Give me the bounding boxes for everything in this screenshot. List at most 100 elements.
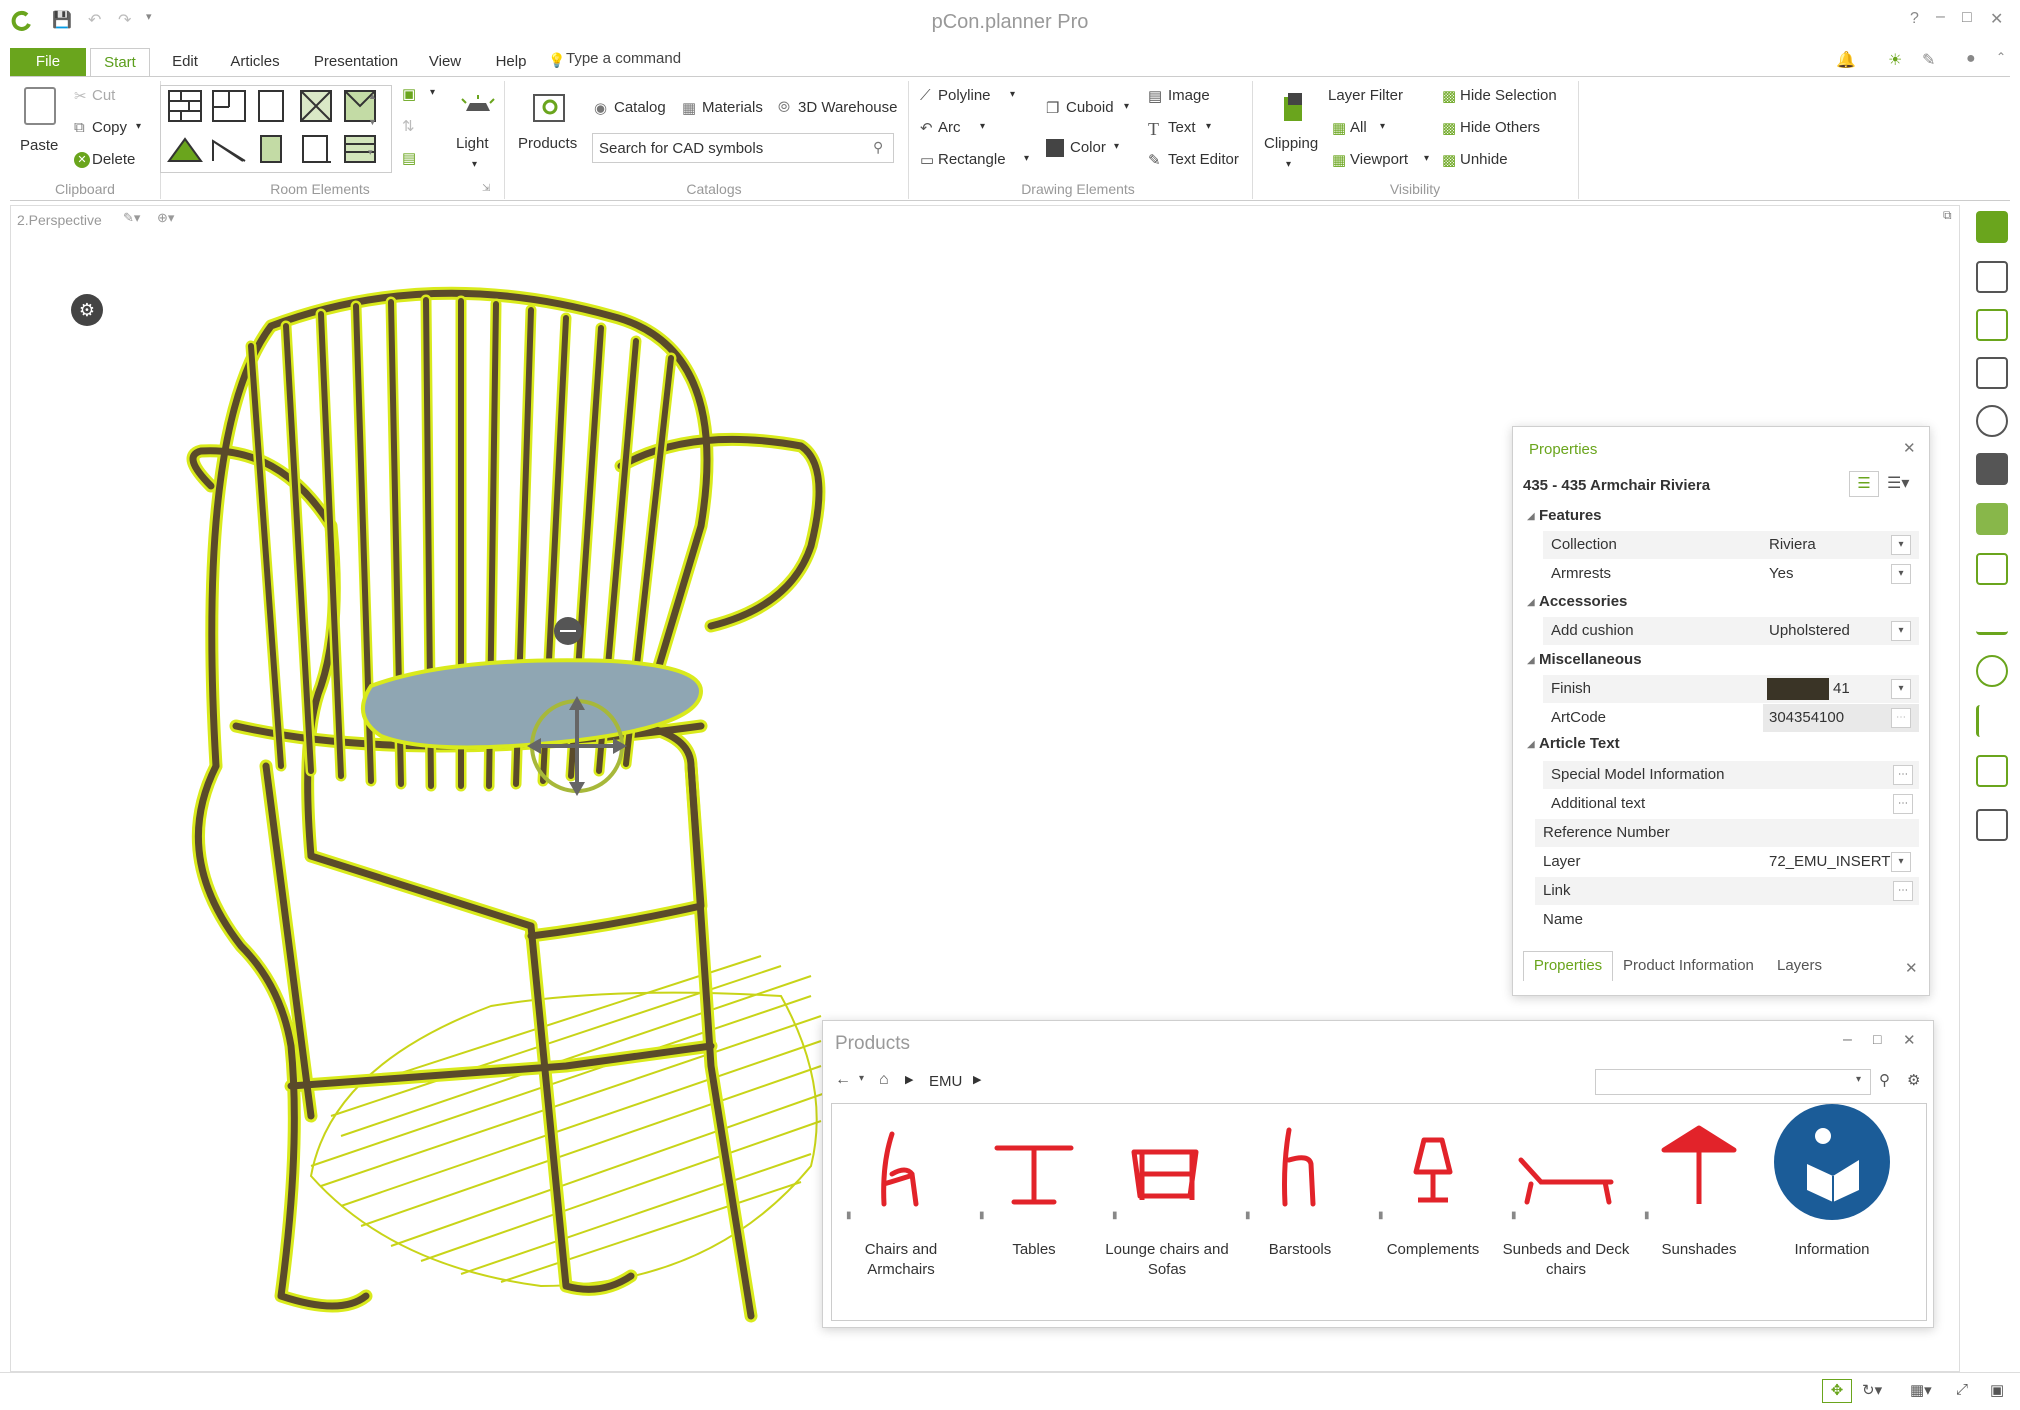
expand-accessories-icon[interactable]: ◢ <box>1527 597 1535 608</box>
tree-view-icon[interactable]: ☰ <box>1849 471 1879 497</box>
tab-layers[interactable]: Layers <box>1777 957 1822 974</box>
cut-button[interactable]: Cut <box>92 87 115 104</box>
add-cushion-field[interactable]: Upholstered ▾ <box>1763 617 1919 645</box>
room-tool2-icon[interactable]: ⇅ <box>402 117 415 135</box>
category-lounge-sofas[interactable]: ▮ Lounge chairs and Sofas <box>1102 1104 1232 1314</box>
all-layers-button[interactable]: All <box>1350 119 1367 136</box>
help-icon[interactable]: ? <box>1910 10 1919 28</box>
gallery-expand-icon[interactable]: ▾ <box>368 147 373 158</box>
viewport-button[interactable]: Viewport <box>1350 151 1408 168</box>
products-button[interactable]: Products <box>518 135 577 152</box>
delete-button[interactable]: Delete <box>92 151 135 168</box>
expand-misc-icon[interactable]: ◢ <box>1527 655 1535 666</box>
catalog-browser-icon[interactable] <box>1976 261 2008 293</box>
polyline-dropdown-icon[interactable]: ▾ <box>1010 89 1015 100</box>
model-icon[interactable] <box>1976 211 2008 243</box>
gallery-down-icon[interactable]: ▼ <box>368 117 377 127</box>
cuboid-dropdown-icon[interactable]: ▾ <box>1124 101 1129 112</box>
tab-edit[interactable]: Edit <box>160 48 210 78</box>
redo-icon[interactable]: ↷ <box>118 10 131 30</box>
back-icon[interactable]: ← <box>835 1071 851 1089</box>
terrain-icon[interactable] <box>1976 603 2008 635</box>
navigation-mode-icon[interactable]: ✥ <box>1822 1379 1852 1403</box>
article-info-icon[interactable] <box>1976 309 2008 341</box>
image-button[interactable]: Image <box>1168 87 1210 104</box>
save-icon[interactable]: 💾 <box>52 10 72 30</box>
breadcrumb[interactable]: EMU <box>929 1073 962 1090</box>
special-more-icon[interactable]: ⋯ <box>1893 765 1913 785</box>
copy-dropdown-icon[interactable]: ▾ <box>136 121 141 132</box>
light-button[interactable]: Light <box>456 135 489 152</box>
command-field[interactable]: Type a command <box>566 50 681 67</box>
unhide-button[interactable]: Unhide <box>1460 151 1508 168</box>
3d-warehouse-button[interactable]: 3D Warehouse <box>798 99 898 116</box>
products-settings-icon[interactable]: ⚙ <box>1907 1071 1920 1089</box>
close-products-icon[interactable]: ✕ <box>1903 1031 1916 1049</box>
category-sunshades[interactable]: ▮ Sunshades <box>1634 1104 1764 1314</box>
tab-view[interactable]: View <box>420 48 470 78</box>
products-icon[interactable] <box>530 91 570 125</box>
tab-start[interactable]: Start <box>90 48 150 78</box>
share-icon[interactable]: ✎ <box>1922 50 1935 70</box>
fit-view-icon[interactable]: ▣ <box>1990 1381 2004 1399</box>
finish-dropdown-icon[interactable]: ▾ <box>1891 679 1911 699</box>
notification-icon[interactable]: 🔔 <box>1836 50 1856 70</box>
hide-others-button[interactable]: Hide Others <box>1460 119 1540 136</box>
armrests-dropdown-icon[interactable]: ▾ <box>1891 564 1911 584</box>
collection-field[interactable]: Riviera ▾ <box>1763 531 1919 559</box>
cad-search-input[interactable]: Search for CAD symbols ⚲ <box>592 133 894 163</box>
paste-icon[interactable] <box>24 87 56 125</box>
category-tables[interactable]: ▮ Tables <box>969 1104 1099 1314</box>
light-icon[interactable] <box>458 93 498 123</box>
finish-field[interactable]: 41 ▾ <box>1763 675 1919 703</box>
background-image-icon[interactable] <box>1976 755 2008 787</box>
tab-properties[interactable]: Properties <box>1523 951 1613 981</box>
layer-field[interactable]: 72_EMU_INSERT ▾ <box>1763 848 1919 876</box>
home-icon[interactable]: ⌂ <box>879 1071 889 1089</box>
armrests-field[interactable]: Yes ▾ <box>1763 560 1919 588</box>
maximize-panel-icon[interactable]: □ <box>1873 1031 1881 1047</box>
tab-articles[interactable]: Articles <box>220 48 290 78</box>
artcode-field[interactable]: 304354100 ⋯ <box>1763 704 1919 732</box>
close-panel-icon[interactable]: ✕ <box>1905 959 1918 977</box>
copy-button[interactable]: Copy <box>92 119 127 136</box>
category-chairs-armchairs[interactable]: ▮ Chairs and Armchairs <box>836 1104 966 1314</box>
clipping-icon[interactable] <box>1278 91 1308 125</box>
clipping-button[interactable]: Clipping <box>1264 135 1318 152</box>
expand-features-icon[interactable]: ◢ <box>1527 511 1535 522</box>
tab-help[interactable]: Help <box>486 48 536 78</box>
products-search-input[interactable]: ▾ <box>1595 1069 1871 1095</box>
theme-icon[interactable]: ☀ <box>1888 50 1902 70</box>
materials-panel-icon[interactable] <box>1976 553 2008 585</box>
maximize-icon[interactable]: □ <box>1962 9 1972 27</box>
orbit-icon[interactable]: ↻▾ <box>1862 1381 1882 1399</box>
close-window-icon[interactable]: ✕ <box>1990 9 2003 29</box>
polyline-button[interactable]: Polyline <box>938 87 991 104</box>
text-dropdown-icon[interactable]: ▾ <box>1206 121 1211 132</box>
link-more-icon[interactable]: ⋯ <box>1893 881 1913 901</box>
rectangle-button[interactable]: Rectangle <box>938 151 1006 168</box>
collection-dropdown-icon[interactable]: ▾ <box>1891 535 1911 555</box>
room-tool3-icon[interactable]: ▤ <box>402 149 416 167</box>
room-tool-icon[interactable]: ▣ <box>402 85 416 103</box>
paste-button[interactable]: Paste <box>20 137 58 154</box>
article-list-icon[interactable] <box>1976 357 2008 389</box>
minimize-panel-icon[interactable]: – <box>1843 1031 1852 1049</box>
minimize-icon[interactable]: – <box>1936 8 1945 26</box>
catalog-button[interactable]: Catalog <box>614 99 666 116</box>
category-barstools[interactable]: ▮ Barstools <box>1235 1104 1365 1314</box>
fullscreen-icon[interactable]: ⤢ <box>1956 1381 1968 1398</box>
color-button[interactable]: Color <box>1070 139 1106 156</box>
expand-article-text-icon[interactable]: ◢ <box>1527 739 1535 750</box>
pen-style-icon[interactable] <box>1976 705 2008 737</box>
tab-product-information[interactable]: Product Information <box>1623 957 1754 974</box>
add-cushion-dropdown-icon[interactable]: ▾ <box>1891 621 1911 641</box>
search-icon[interactable]: ⚲ <box>873 139 883 156</box>
layout-icon[interactable]: ▦▾ <box>1910 1381 1932 1399</box>
color-dropdown-icon[interactable]: ▾ <box>1114 141 1119 152</box>
additional-more-icon[interactable]: ⋯ <box>1893 794 1913 814</box>
cuboid-button[interactable]: Cuboid <box>1066 99 1114 116</box>
collapse-ribbon-icon[interactable]: ⌃ <box>1996 50 2006 64</box>
arc-button[interactable]: Arc <box>938 119 961 136</box>
quick-access-dropdown-icon[interactable]: ▾ <box>146 10 152 23</box>
